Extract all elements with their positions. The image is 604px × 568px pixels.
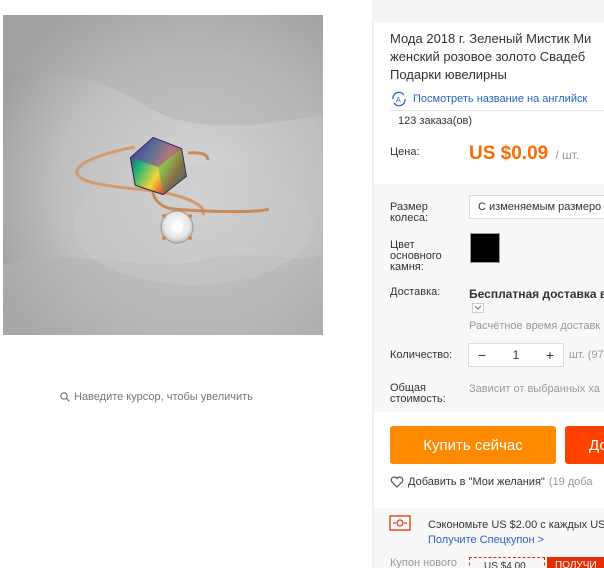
delivery-dropdown[interactable] [472, 303, 484, 313]
quantity-input[interactable]: 1 [513, 348, 520, 362]
panel-top-bar [372, 0, 604, 22]
wishlist-link[interactable]: Добавить в "Мои желания" (19 доба [390, 476, 592, 488]
stone-color-swatch[interactable] [470, 233, 500, 263]
get-coupon-link[interactable]: Получите Спецкупон > [428, 534, 544, 546]
zoom-hint-text: Наведите курсор, чтобы увеличить [74, 391, 253, 403]
price-unit: / шт. [555, 148, 580, 162]
wishlist-text[interactable]: Добавить в "Мои желания" [408, 476, 545, 488]
translate-link[interactable]: A Посмотреть название на английск [390, 90, 587, 108]
size-label: Размер колеса: [390, 201, 429, 224]
zoom-hint: Наведите курсор, чтобы увеличить [60, 391, 253, 403]
product-title-line-1: Мода 2018 г. Зеленый Мистик Ми [390, 31, 592, 46]
new-coupon-label: Купон нового [390, 557, 458, 568]
delivery-value: Бесплатная доставка в I [469, 287, 604, 301]
wishlist-count: (19 доба [548, 476, 593, 488]
ring-image [3, 15, 323, 335]
quantity-unit: шт. (97 [569, 349, 604, 361]
total-label: Общая стоимость: [390, 382, 446, 405]
magnifier-icon [60, 392, 70, 402]
heart-icon [390, 476, 404, 488]
quantity-stepper: − 1 + [468, 343, 564, 367]
buy-now-button[interactable]: Купить сейчас [390, 426, 556, 464]
product-title: Мода 2018 г. Зеленый Мистик Ми женский р… [390, 30, 604, 84]
chevron-down-icon [474, 305, 482, 310]
quantity-label: Количество: [390, 349, 453, 361]
svg-text:A: A [396, 97, 401, 104]
new-coupon-get-button[interactable]: ПОЛУЧИ [547, 557, 604, 568]
stone-color-label: Цвет основного камня: [390, 239, 442, 273]
new-coupon-card: US $4.00 [469, 557, 545, 568]
total-note: Зависит от выбранных ха [469, 383, 600, 395]
coupon-icon [389, 515, 411, 531]
delivery-label: Доставка: [390, 286, 441, 298]
price-label: Цена: [390, 146, 420, 158]
size-select[interactable]: С изменяемым размеро [469, 195, 604, 219]
price-amount: US $0.09 [469, 143, 549, 164]
delivery-eta: Расчётное время доставк [469, 320, 601, 332]
translate-icon: A [392, 91, 406, 107]
add-to-cart-button[interactable]: До [565, 426, 604, 464]
price-value: US $0.09 / шт. [469, 143, 579, 165]
product-title-line-3: Подарки ювелирны [390, 67, 507, 82]
product-image[interactable] [3, 15, 323, 335]
orders-count: 123 заказа(ов) [390, 110, 604, 130]
product-title-line-2: женский розовое золото Свадеб [390, 49, 586, 64]
quantity-increase-button[interactable]: + [543, 347, 557, 363]
translate-link-text[interactable]: Посмотреть название на английск [413, 93, 587, 105]
coupon-save-text: Сэкономьте US $2.00 с каждых US [428, 519, 604, 531]
quantity-decrease-button[interactable]: − [475, 347, 489, 363]
